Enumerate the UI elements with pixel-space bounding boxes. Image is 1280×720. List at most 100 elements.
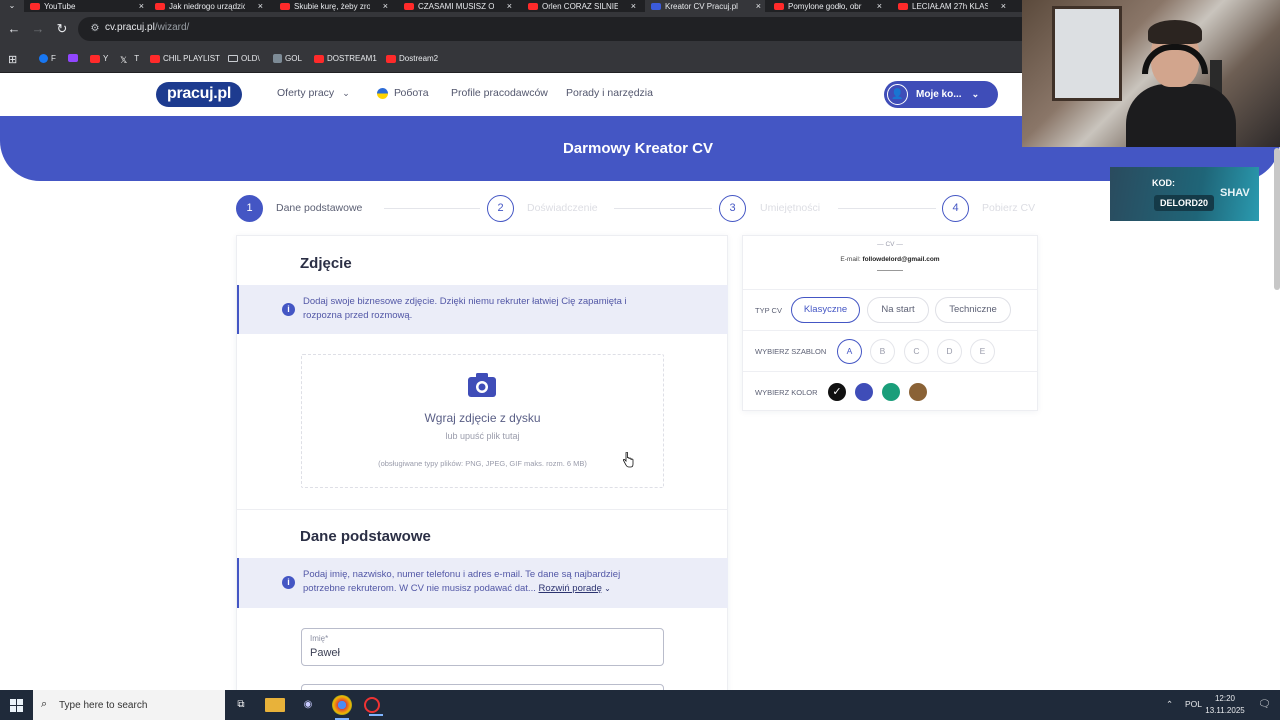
- forward-icon[interactable]: →: [29, 20, 47, 38]
- cv-type-klasyczne[interactable]: Klasyczne: [791, 297, 860, 323]
- pracuj-logo[interactable]: pracuj.pl: [156, 82, 242, 107]
- page-scrollbar[interactable]: [1274, 148, 1280, 290]
- youtube-icon: [528, 2, 538, 10]
- chevron-down-icon: ⌄: [342, 87, 350, 98]
- first-name-label: Imię*: [310, 634, 329, 643]
- youtube-icon: [30, 2, 40, 10]
- promo-code-overlay: KOD: DELORD20 SHAV: [1110, 167, 1259, 221]
- template-e[interactable]: E: [970, 339, 995, 364]
- close-tab-icon[interactable]: ×: [139, 0, 144, 12]
- system-clock[interactable]: 12:20 13.11.2025: [1200, 693, 1250, 717]
- url-host: cv.pracuj.pl: [105, 22, 155, 33]
- photo-upload-dropzone[interactable]: Wgraj zdjęcie z dysku lub upuść plik tut…: [301, 354, 664, 488]
- template-row: WYBIERZ SZABLON A B C D E: [743, 330, 1037, 371]
- template-a[interactable]: A: [837, 339, 862, 364]
- bookmark-f[interactable]: F: [39, 54, 56, 63]
- windows-taskbar: ⌕ Type here to search ⧉ ◉ ⌃ POL 12:20 13…: [0, 690, 1280, 720]
- info-icon: i: [282, 303, 295, 316]
- youtube-icon: [150, 54, 160, 63]
- windows-start-button[interactable]: [0, 690, 33, 720]
- color-swatch-green[interactable]: [882, 383, 900, 401]
- tab[interactable]: Skubie kurę, żeby zro ×: [280, 0, 392, 12]
- bookmark-dostream1[interactable]: DOSTREAM1: [314, 54, 377, 63]
- divider: [877, 270, 903, 271]
- taskbar-search[interactable]: ⌕ Type here to search: [33, 690, 225, 720]
- expand-advice-link[interactable]: Rozwiń poradę: [539, 583, 602, 594]
- file-explorer-icon[interactable]: [265, 698, 285, 712]
- ukraine-flag-icon: [377, 87, 388, 99]
- back-icon[interactable]: ←: [5, 20, 23, 38]
- tab-active[interactable]: Kreator CV Pracuj.pl ×: [645, 0, 765, 12]
- youtube-icon: [404, 2, 414, 10]
- nav-advice-tools[interactable]: Porady i narzędzia: [566, 87, 653, 99]
- close-tab-icon[interactable]: ×: [258, 0, 263, 12]
- bookmark-old[interactable]: OLD\: [228, 54, 260, 63]
- step-2-circle[interactable]: 2: [487, 195, 514, 222]
- step-connector: [384, 208, 480, 209]
- bookmark-chil-playlist[interactable]: CHIL PLAYLIST: [150, 54, 220, 63]
- section-divider: [237, 509, 728, 510]
- bookmark-dostream2[interactable]: Dostream2: [386, 54, 438, 63]
- step-connector: [614, 208, 712, 209]
- nav-ukrainian[interactable]: Робота: [377, 87, 429, 99]
- promo-code: DELORD20: [1154, 195, 1214, 211]
- task-view-icon[interactable]: ⧉: [231, 695, 251, 715]
- tab[interactable]: CZASAMI MUSISZ OD ×: [404, 0, 516, 12]
- nav-employer-profiles[interactable]: Profile pracodawców: [451, 87, 548, 99]
- tab[interactable]: LECIAŁAM 27h KLAS ×: [898, 0, 1010, 12]
- cv-type-techniczne[interactable]: Techniczne: [935, 297, 1011, 323]
- discord-icon[interactable]: ◉: [298, 695, 318, 715]
- close-tab-icon[interactable]: ×: [383, 0, 388, 12]
- youtube-icon: [90, 54, 100, 63]
- close-tab-icon[interactable]: ×: [877, 0, 882, 12]
- color-swatch-brown[interactable]: [909, 383, 927, 401]
- tab-search-dropdown[interactable]: ⌄: [0, 0, 24, 12]
- close-tab-icon[interactable]: ×: [631, 0, 636, 12]
- tab[interactable]: Jak niedrogo urządzić ×: [155, 0, 267, 12]
- step-1-circle[interactable]: 1: [236, 195, 263, 222]
- tray-overflow-icon[interactable]: ⌃: [1166, 699, 1173, 710]
- step-4-circle[interactable]: 4: [942, 195, 969, 222]
- step-3-circle[interactable]: 3: [719, 195, 746, 222]
- reload-icon[interactable]: ↻: [53, 20, 71, 38]
- youtube-icon: [314, 54, 324, 63]
- step-1-label: Dane podstawowe: [276, 202, 363, 214]
- apps-grid-icon[interactable]: ⊞: [8, 53, 17, 66]
- close-tab-icon[interactable]: ×: [507, 0, 512, 12]
- chevron-down-icon: ⌄: [601, 584, 611, 593]
- tab[interactable]: Pomylone godło, obr ×: [774, 0, 886, 12]
- bookmark-gol[interactable]: GOL: [273, 54, 302, 63]
- bookmark-twitch[interactable]: [68, 54, 81, 62]
- bookmark-y[interactable]: Y: [90, 54, 108, 63]
- tab[interactable]: Orlen CORAZ SILNIEJ ×: [528, 0, 640, 12]
- nav-job-offers[interactable]: Oferty pracy ⌄: [277, 87, 350, 99]
- color-swatch-blue[interactable]: [855, 383, 873, 401]
- chrome-icon[interactable]: [332, 695, 352, 720]
- basic-info-box: i Podaj imię, nazwisko, numer telefonu i…: [237, 558, 728, 608]
- notifications-icon[interactable]: 🗨: [1258, 699, 1271, 710]
- info-icon: i: [282, 576, 295, 589]
- cv-type-na-start[interactable]: Na start: [867, 297, 929, 323]
- twitch-icon: [68, 54, 78, 62]
- step-3-label: Umiejętności: [760, 202, 821, 214]
- cv-form-card: Zdjęcie i Dodaj swoje biznesowe zdjęcie.…: [236, 235, 728, 690]
- youtube-icon: [898, 2, 908, 10]
- promo-kod-label: KOD:: [1152, 178, 1175, 188]
- windows-logo-icon: [10, 698, 23, 712]
- photo-section-title: Zdjęcie: [300, 255, 352, 272]
- tab[interactable]: YouTube ×: [30, 0, 148, 12]
- close-tab-icon[interactable]: ×: [1001, 0, 1006, 12]
- bookmark-t[interactable]: 𝕏T: [120, 54, 139, 65]
- template-b[interactable]: B: [870, 339, 895, 364]
- template-c[interactable]: C: [904, 339, 929, 364]
- color-swatch-black[interactable]: ✓: [828, 383, 846, 401]
- first-name-field[interactable]: Imię* Paweł: [301, 628, 664, 666]
- window-background: [1052, 6, 1122, 101]
- recording-app-icon[interactable]: [364, 697, 383, 716]
- check-icon: ✓: [832, 386, 842, 398]
- site-info-icon[interactable]: ⚙: [88, 22, 102, 36]
- account-button[interactable]: 👤 Moje ko... ⌄: [884, 81, 998, 108]
- facebook-icon: [39, 54, 48, 63]
- template-d[interactable]: D: [937, 339, 962, 364]
- close-tab-icon[interactable]: ×: [756, 0, 761, 12]
